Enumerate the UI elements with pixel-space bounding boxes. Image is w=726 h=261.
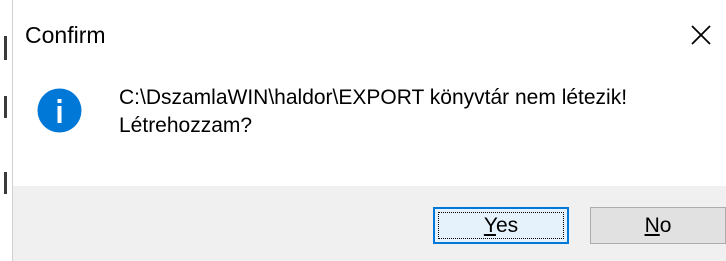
close-button[interactable] xyxy=(684,18,718,52)
dialog-title: Confirm xyxy=(25,22,106,48)
button-bar: Yes No xyxy=(13,186,726,261)
message-line-2: Létrehozzam? xyxy=(119,114,253,137)
background-window-edge xyxy=(0,0,12,261)
title-bar[interactable]: Confirm xyxy=(13,0,726,66)
info-icon xyxy=(37,88,82,133)
dialog-message: C:\DszamlaWIN\haldor\EXPORT könyvtár nem… xyxy=(119,84,719,140)
message-line-1: C:\DszamlaWIN\haldor\EXPORT könyvtár nem… xyxy=(119,86,628,109)
confirm-dialog: Confirm C:\DszamlaWIN\haldor\EXPORT köny… xyxy=(12,0,726,261)
close-icon xyxy=(691,25,711,45)
no-button[interactable]: No xyxy=(590,207,726,244)
no-button-label: No xyxy=(644,213,672,237)
dialog-body: C:\DszamlaWIN\haldor\EXPORT könyvtár nem… xyxy=(13,66,726,186)
yes-button[interactable]: Yes xyxy=(433,207,569,244)
focus-rectangle xyxy=(438,212,564,239)
